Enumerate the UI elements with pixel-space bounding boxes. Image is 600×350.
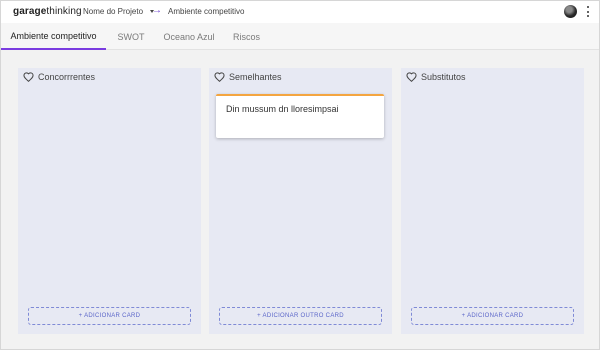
tab-ambiente-competitivo[interactable]: Ambiente competitivo [1, 23, 106, 50]
tab-bar: Ambiente competitivo SWOT Oceano Azul Ri… [1, 23, 599, 50]
project-name: Nome do Projeto [83, 7, 144, 16]
top-bar: garagethinking Nome do Projeto → Ambient… [1, 1, 599, 23]
more-vertical-icon[interactable] [586, 6, 589, 17]
add-another-card-button[interactable]: + ADICIONAR OUTRO CARD [219, 307, 382, 325]
column-title: Concorrrentes [38, 72, 96, 82]
arrow-right-icon: → [152, 5, 162, 16]
tab-oceano-azul[interactable]: Oceano Azul [158, 23, 220, 50]
card[interactable]: Din mussum dn lloresimpsai [216, 94, 384, 138]
column-header: Semelhantes [214, 72, 282, 82]
column-title: Semelhantes [229, 72, 282, 82]
user-avatar[interactable] [564, 5, 577, 18]
heart-outline-icon[interactable] [23, 72, 34, 82]
breadcrumb-current: Ambiente competitivo [168, 7, 245, 16]
heart-outline-icon[interactable] [214, 72, 225, 82]
card-text: Din mussum dn lloresimpsai [226, 104, 339, 114]
app-logo[interactable]: garagethinking [13, 6, 82, 17]
column-title: Substitutos [421, 72, 466, 82]
logo-light-text: thinking [46, 6, 82, 17]
tab-swot[interactable]: SWOT [114, 23, 148, 50]
column-concorrentes: Concorrrentes + ADICIONAR CARD [18, 68, 201, 334]
logo-bold-text: garage [13, 6, 47, 17]
tab-riscos[interactable]: Riscos [228, 23, 265, 50]
heart-outline-icon[interactable] [406, 72, 417, 82]
app-window: garagethinking Nome do Projeto → Ambient… [0, 0, 600, 350]
project-selector[interactable]: Nome do Projeto [83, 7, 155, 16]
column-semelhantes: Semelhantes Din mussum dn lloresimpsai +… [209, 68, 392, 334]
column-substitutos: Substitutos + ADICIONAR CARD [401, 68, 584, 334]
add-card-button[interactable]: + ADICIONAR CARD [28, 307, 191, 325]
column-header: Concorrrentes [23, 72, 95, 82]
column-header: Substitutos [406, 72, 466, 82]
add-card-button[interactable]: + ADICIONAR CARD [411, 307, 574, 325]
